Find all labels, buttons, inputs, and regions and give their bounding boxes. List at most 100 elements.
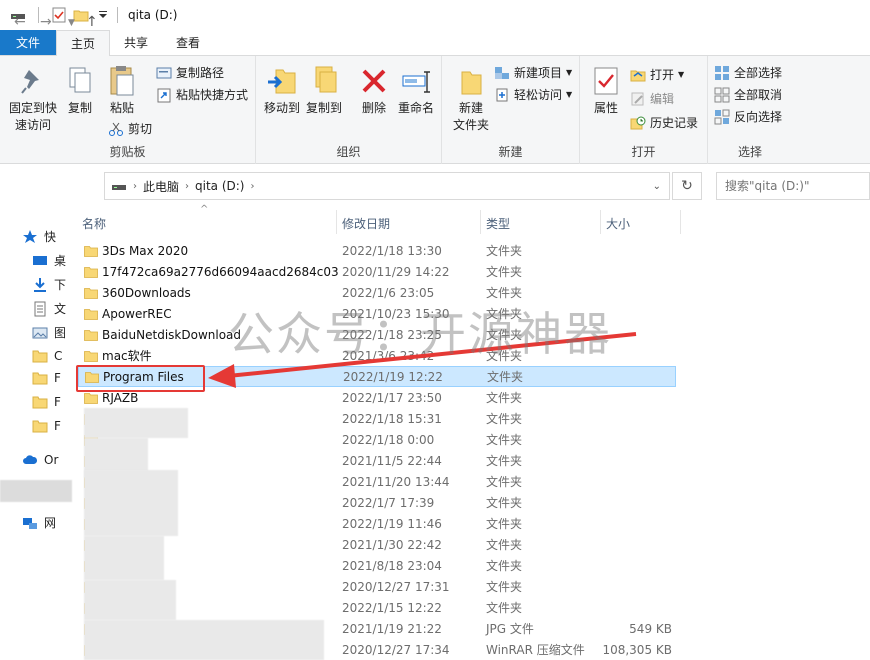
file-type: 文件夹 — [486, 496, 523, 510]
paste-shortcut-icon — [157, 88, 171, 102]
file-type: 文件夹 — [486, 265, 523, 279]
breadcrumb-separator-icon: › — [185, 180, 190, 192]
nav-item-documents[interactable]: 文 — [32, 300, 66, 317]
refresh-button[interactable]: ↻ — [672, 172, 702, 200]
network-icon — [23, 517, 37, 529]
new-group: 新建 文件夹 新建项目 ▼ 轻松访问 ▼ 新建 — [442, 56, 580, 164]
file-row[interactable]: 3Ds Max 2020 2022/1/18 13:30 文件夹 — [78, 240, 676, 261]
nav-item-quick-access[interactable]: 快 — [22, 228, 56, 245]
address-dropdown-icon[interactable]: ⌄ — [653, 181, 661, 192]
file-type: 文件夹 — [486, 412, 523, 426]
open-button[interactable]: 打开 ▼ — [630, 66, 684, 83]
open-dropdown-icon: ▼ — [678, 70, 685, 79]
file-date: 2020/11/29 14:22 — [342, 264, 450, 279]
file-date: 2022/1/18 15:31 — [342, 411, 442, 426]
delete-button[interactable]: 删除 — [356, 64, 392, 117]
nav-item-desktop[interactable]: 桌 — [32, 252, 66, 269]
breadcrumb-separator-icon: › — [250, 180, 255, 192]
file-name: 3Ds Max 2020 — [102, 243, 189, 258]
download-icon — [34, 277, 46, 292]
tab-file[interactable]: 文件 — [0, 30, 57, 55]
document-icon — [34, 301, 46, 316]
open-folder-icon — [630, 70, 646, 81]
tab-home[interactable]: 主页 — [56, 30, 111, 56]
file-size: 108,305 KB — [602, 642, 672, 657]
cut-button[interactable]: 剪切 — [108, 120, 152, 137]
file-type: WinRAR 压缩文件 — [486, 643, 585, 657]
window-title: qita (D:) — [128, 8, 178, 22]
delete-x-icon — [362, 69, 386, 93]
file-date: 2020/12/27 17:34 — [342, 642, 450, 657]
file-date: 2021/11/20 13:44 — [342, 474, 450, 489]
history-button[interactable]: 历史记录 — [630, 114, 698, 131]
nav-item-downloads[interactable]: 下 — [32, 276, 66, 293]
folder-icon — [84, 329, 98, 341]
easy-access-button[interactable]: 轻松访问 ▼ — [494, 86, 572, 103]
file-row[interactable]: 2021/1/30 22:42 文件夹 — [78, 534, 676, 555]
ribbon-tabs: 文件 主页 共享 查看 — [0, 30, 870, 56]
file-date: 2021/1/19 21:22 — [342, 621, 442, 636]
watermark-text: 公众号：开源神器 — [228, 307, 612, 361]
file-date: 2021/1/30 22:42 — [342, 537, 442, 552]
forward-arrow-icon[interactable]: → — [40, 14, 52, 30]
select-all-button[interactable]: 全部选择 — [714, 64, 782, 81]
folder-icon — [84, 350, 98, 362]
paste-icon — [110, 66, 134, 96]
nav-item-onedrive[interactable]: Or — [22, 452, 58, 468]
new-item-button[interactable]: 新建项目 ▼ — [494, 64, 572, 81]
column-header-date[interactable]: 修改日期 — [342, 212, 390, 234]
nav-item-folder-f1[interactable]: F — [32, 370, 61, 386]
file-type: 文件夹 — [486, 559, 523, 573]
breadcrumb-this-pc[interactable]: 此电脑 — [143, 178, 179, 195]
properties-button[interactable]: 属性 — [588, 64, 624, 117]
copy-to-button[interactable]: 复制到 — [304, 64, 344, 117]
file-type: JPG 文件 — [486, 622, 534, 636]
new-folder-button[interactable]: 新建 文件夹 — [446, 64, 496, 134]
paste-shortcut-button[interactable]: 粘贴快捷方式 — [156, 86, 248, 103]
column-header-name[interactable]: 名称 — [82, 212, 106, 234]
nav-item-pictures[interactable]: 图 — [32, 324, 66, 341]
paste-button[interactable]: 粘贴 — [102, 64, 142, 117]
search-input[interactable] — [725, 179, 865, 193]
column-header-type[interactable]: 类型 — [486, 212, 510, 234]
pin-quick-access-button[interactable]: 固定到快 速访问 — [6, 64, 60, 134]
tab-share[interactable]: 共享 — [110, 30, 162, 55]
nav-item-network[interactable]: 网 — [22, 514, 56, 531]
easy-access-icon — [496, 88, 508, 101]
file-row[interactable]: 2021/11/5 22:44 文件夹 — [78, 450, 676, 471]
copy-path-button[interactable]: 复制路径 — [156, 64, 224, 81]
breadcrumb-drive[interactable]: qita (D:) — [195, 179, 244, 193]
up-arrow-icon[interactable]: ↑ — [86, 14, 98, 30]
column-header-size[interactable]: 大小 — [606, 212, 630, 234]
address-bar[interactable]: › 此电脑 › qita (D:) › ⌄ — [104, 172, 670, 200]
scissors-icon — [109, 122, 123, 136]
copy-button[interactable]: 复制 — [62, 64, 98, 117]
file-type: 文件夹 — [486, 454, 523, 468]
search-box[interactable] — [716, 172, 870, 200]
back-arrow-icon[interactable]: ← — [14, 14, 26, 30]
file-row[interactable]: 2021/8/18 23:04 文件夹 — [78, 555, 676, 576]
file-row[interactable]: 17f472ca69a2776d66094aacd2684c03 2020/11/… — [78, 261, 676, 282]
select-none-button[interactable]: 全部取消 — [714, 86, 782, 103]
new-folder-icon — [461, 71, 482, 95]
nav-item-folder-c[interactable]: C — [32, 348, 62, 364]
new-item-icon — [495, 66, 509, 79]
folder-icon — [84, 287, 98, 299]
edit-button[interactable]: 编辑 — [630, 90, 674, 107]
file-date: 2021/11/5 22:44 — [342, 453, 442, 468]
move-to-button[interactable]: 移动到 — [262, 64, 302, 117]
nav-item-folder-f2[interactable]: F — [32, 394, 61, 410]
rename-button[interactable]: 重命名 — [394, 64, 438, 117]
star-icon — [23, 229, 37, 243]
select-group-title: 选择 — [737, 145, 762, 159]
invert-selection-button[interactable]: 反向选择 — [714, 108, 782, 125]
file-type: 文件夹 — [486, 601, 523, 615]
file-type: 文件夹 — [486, 580, 523, 594]
refresh-icon: ↻ — [681, 178, 693, 194]
file-date: 2022/1/19 11:46 — [342, 516, 442, 531]
tab-view[interactable]: 查看 — [162, 30, 214, 55]
properties-check-icon[interactable] — [51, 7, 67, 23]
nav-item-folder-f3[interactable]: F — [32, 418, 61, 434]
folder-icon — [32, 396, 48, 409]
recent-locations-dropdown-icon[interactable]: ▼ — [68, 18, 75, 28]
